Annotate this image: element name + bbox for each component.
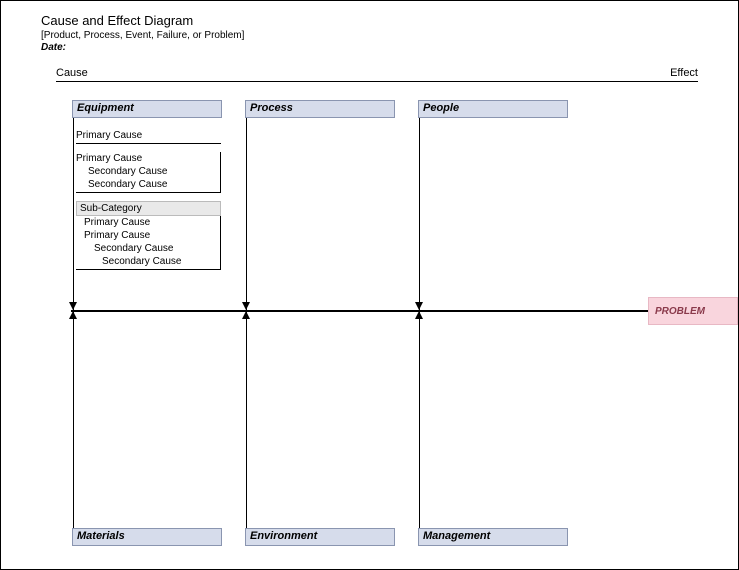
cause-block: Primary Cause Secondary Cause Secondary …: [76, 152, 221, 193]
arrow-down-icon: [69, 302, 77, 310]
arrow-down-icon: [415, 302, 423, 310]
branch-line: [419, 311, 420, 528]
arrow-down-icon: [242, 302, 250, 310]
branch-materials: Materials: [73, 311, 223, 546]
cause-block: Primary Cause Primary Cause Secondary Ca…: [76, 216, 221, 270]
branch-process: Process: [246, 100, 396, 310]
secondary-cause: Secondary Cause: [76, 178, 220, 191]
branch-management: Management: [419, 311, 569, 546]
header: Cause and Effect Diagram [Product, Proce…: [1, 1, 738, 53]
labels-row: Cause Effect: [1, 53, 738, 81]
category-header-people: People: [418, 100, 568, 118]
secondary-cause: Secondary Cause: [76, 255, 220, 268]
branch-line: [246, 118, 247, 310]
branch-environment: Environment: [246, 311, 396, 546]
problem-box: PROBLEM: [648, 297, 738, 325]
equipment-causes: Primary Cause Primary Cause Secondary Ca…: [76, 128, 221, 278]
date-label: Date:: [41, 42, 738, 53]
primary-cause: Primary Cause: [76, 229, 220, 242]
category-header-environment: Environment: [245, 528, 395, 546]
subtitle: [Product, Process, Event, Failure, or Pr…: [41, 30, 738, 41]
branch-line: [73, 118, 74, 310]
subcategory-header: Sub-Category: [76, 201, 221, 216]
primary-cause: Primary Cause: [76, 152, 220, 165]
branch-people: People: [419, 100, 569, 310]
effect-label: Effect: [670, 67, 698, 79]
fishbone-diagram: PROBLEM Equipment Primary Cause Primary …: [71, 100, 698, 560]
branch-equipment: Equipment Primary Cause Primary Cause Se…: [73, 100, 223, 310]
category-header-materials: Materials: [72, 528, 222, 546]
page-title: Cause and Effect Diagram: [41, 13, 738, 28]
primary-cause: Primary Cause: [76, 128, 221, 144]
cause-label: Cause: [56, 67, 88, 79]
branch-line: [246, 311, 247, 528]
primary-cause: Primary Cause: [76, 216, 220, 229]
category-header-equipment: Equipment: [72, 100, 222, 118]
category-header-management: Management: [418, 528, 568, 546]
branch-line: [419, 118, 420, 310]
secondary-cause: Secondary Cause: [76, 242, 220, 255]
divider: [56, 81, 698, 82]
secondary-cause: Secondary Cause: [76, 165, 220, 178]
category-header-process: Process: [245, 100, 395, 118]
branch-line: [73, 311, 74, 528]
